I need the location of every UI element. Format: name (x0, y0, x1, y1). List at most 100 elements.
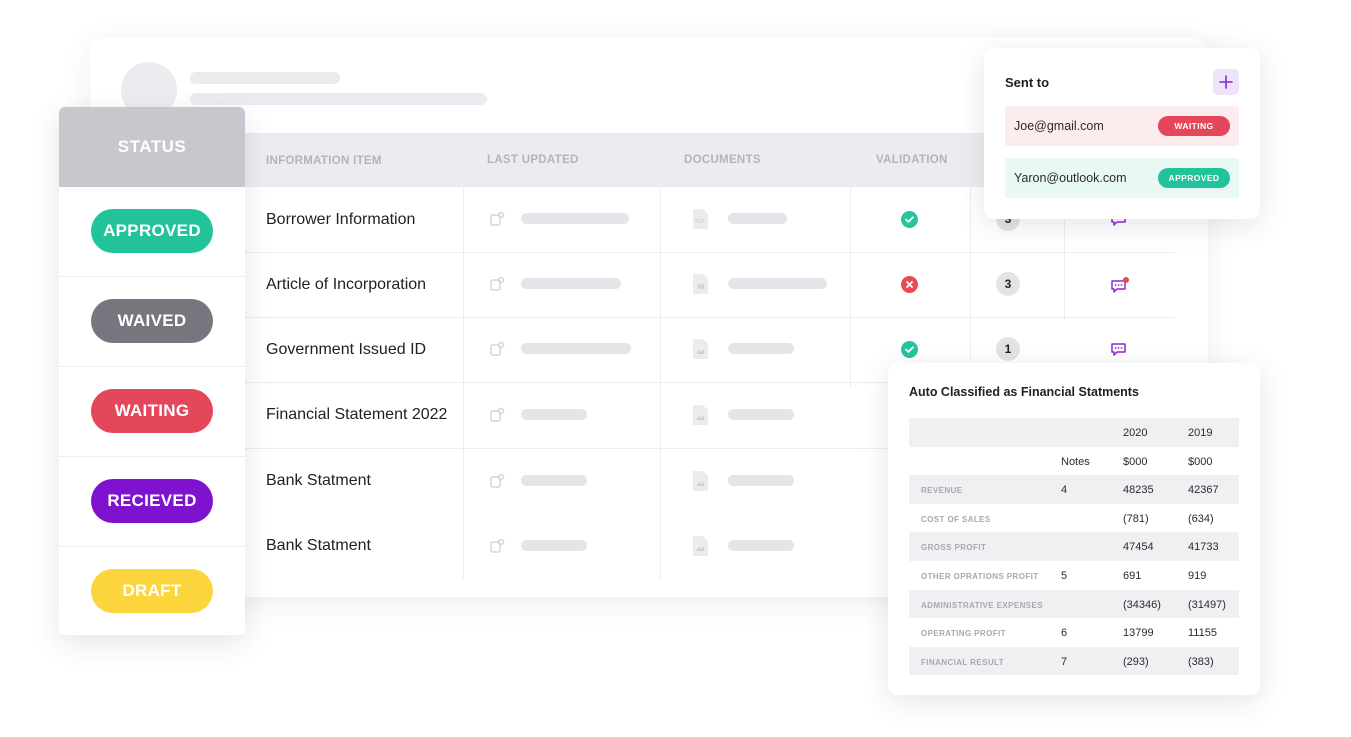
financial-row: REVENUE 4 48235 42367 (909, 475, 1239, 504)
stage: INFORMATION ITEM LAST UPDATED DOCUMENTS … (0, 0, 1351, 737)
doc-name-placeholder (728, 213, 787, 224)
status-recieved-pill[interactable]: RECIEVED (91, 479, 213, 523)
financial-row-2019: 919 (1188, 569, 1207, 582)
status-cell: APPROVED (59, 187, 245, 277)
financial-row-2020: (781) (1123, 512, 1149, 525)
updated-icon (490, 341, 505, 356)
financial-row-2020: 13799 (1123, 627, 1154, 640)
notes-header: Notes (1061, 455, 1090, 468)
row-label: Borrower Information (266, 211, 416, 228)
financial-row-notes: 7 (1061, 655, 1068, 668)
financial-card-title: Auto Classified as Financial Statments (909, 385, 1139, 399)
invalid-x-icon (901, 276, 918, 293)
date-placeholder (521, 475, 587, 486)
financial-row-notes: 4 (1061, 484, 1068, 497)
recipient-email: Joe@gmail.com (1014, 119, 1104, 133)
financial-units-row: Notes $000 $000 (909, 447, 1239, 476)
financial-row-label: FINANCIAL RESULT (921, 657, 1004, 667)
table-row[interactable]: Article of Incorporation W 3 (245, 252, 1175, 317)
financial-row-2020: (34346) (1123, 598, 1161, 611)
financial-row-2019: 11155 (1188, 627, 1217, 640)
financial-row-2019: 41733 (1188, 541, 1219, 554)
financial-row-2019: (31497) (1188, 598, 1226, 611)
updated-icon (490, 538, 505, 553)
financial-row-2019: (634) (1188, 512, 1214, 525)
word-file-icon[interactable]: W (692, 273, 709, 295)
financial-row-notes: 5 (1061, 569, 1068, 582)
sent-to-title: Sent to (1005, 75, 1050, 90)
financial-row-label: ADMINISTRATIVE EXPENSES (921, 600, 1043, 610)
header-validation: VALIDATION (876, 154, 948, 166)
updated-icon (490, 407, 505, 422)
doc-name-placeholder (728, 278, 827, 289)
date-placeholder (521, 409, 587, 420)
recipient-row[interactable]: Yaron@outlook.com APPROVED (1005, 158, 1239, 198)
recipient-status-badge: WAITING (1158, 116, 1230, 136)
financial-row: OPERATING PROFIT 6 13799 11155 (909, 618, 1239, 647)
updated-icon (490, 473, 505, 488)
recipient-status-badge: APPROVED (1158, 168, 1230, 188)
row-label: Government Issued ID (266, 341, 427, 358)
financial-row-2019: 42367 (1188, 484, 1219, 497)
svg-text:PDF: PDF (695, 219, 705, 225)
financial-row-label: OPERATING PROFIT (921, 629, 1006, 639)
status-legend-panel: STATUS APPROVED WAIVED WAITING RECIEVED … (59, 107, 245, 635)
row-label: Bank Statment (266, 472, 371, 489)
valid-check-icon (901, 211, 918, 228)
svg-text:W: W (697, 283, 705, 291)
financial-table: 2020 2019 Notes $000 $000 REVENUE 4 4823… (909, 418, 1239, 676)
title-placeholder (190, 72, 340, 84)
row-label: Article of Incorporation (266, 276, 427, 293)
recipient-row[interactable]: Joe@gmail.com WAITING (1005, 106, 1239, 146)
status-cell: WAITING (59, 367, 245, 457)
financial-row-2020: 691 (1123, 569, 1142, 582)
pdf-file-icon[interactable]: PDF (692, 208, 709, 230)
year-2019-header: 2019 (1188, 427, 1213, 439)
financial-row: OTHER OPRATIONS PROFIT 5 691 919 (909, 561, 1239, 590)
financial-row-2020: 47454 (1123, 541, 1154, 554)
updated-icon (490, 211, 505, 226)
unit-2020: $000 (1123, 455, 1148, 468)
status-waiting-pill[interactable]: WAITING (91, 389, 213, 433)
financial-row: GROSS PROFIT 47454 41733 (909, 532, 1239, 561)
financial-row-notes: 6 (1061, 627, 1068, 640)
doc-name-placeholder (728, 475, 794, 486)
financial-row-label: OTHER OPRATIONS PROFIT (921, 571, 1039, 581)
header-information-item: INFORMATION ITEM (266, 155, 382, 167)
financial-row-label: REVENUE (921, 486, 963, 496)
date-placeholder (521, 343, 631, 354)
status-draft-pill[interactable]: DRAFT (91, 569, 213, 613)
subtitle-placeholder (190, 93, 487, 105)
image-file-icon[interactable] (692, 470, 709, 492)
status-approved-pill[interactable]: APPROVED (91, 209, 213, 253)
financial-row: ADMINISTRATIVE EXPENSES (34346) (31497) (909, 589, 1239, 619)
header-last-updated: LAST UPDATED (487, 154, 579, 166)
sent-to-card: Sent to Joe@gmail.com WAITING Yaron@outl… (984, 48, 1260, 219)
status-cell: RECIEVED (59, 457, 245, 547)
financial-row-2019: (383) (1188, 655, 1214, 668)
row-label: Bank Statment (266, 537, 371, 554)
image-file-icon[interactable] (692, 535, 709, 557)
financial-header-row: 2020 2019 (909, 418, 1239, 447)
document-count: 1 (996, 337, 1020, 361)
valid-check-icon (901, 341, 918, 358)
unit-2019: $000 (1188, 455, 1213, 468)
status-cell: DRAFT (59, 547, 245, 635)
add-recipient-button[interactable] (1213, 69, 1239, 95)
status-waived-pill[interactable]: WAIVED (91, 299, 213, 343)
doc-name-placeholder (728, 540, 794, 551)
image-file-icon[interactable] (692, 338, 709, 360)
header-documents: DOCUMENTS (684, 154, 761, 166)
chat-notification-icon[interactable] (1111, 277, 1131, 294)
row-label: Financial Statement 2022 (266, 406, 448, 423)
chat-icon[interactable] (1111, 343, 1126, 356)
status-cell: WAIVED (59, 277, 245, 367)
financial-row: COST OF SALES (781) (634) (909, 504, 1239, 533)
date-placeholder (521, 278, 621, 289)
financial-row-label: GROSS PROFIT (921, 543, 987, 553)
image-file-icon[interactable] (692, 404, 709, 426)
status-title: STATUS (59, 107, 245, 187)
recipient-email: Yaron@outlook.com (1014, 171, 1127, 185)
financial-row: FINANCIAL RESULT 7 (293) (383) (909, 646, 1239, 676)
document-count: 3 (996, 272, 1020, 296)
